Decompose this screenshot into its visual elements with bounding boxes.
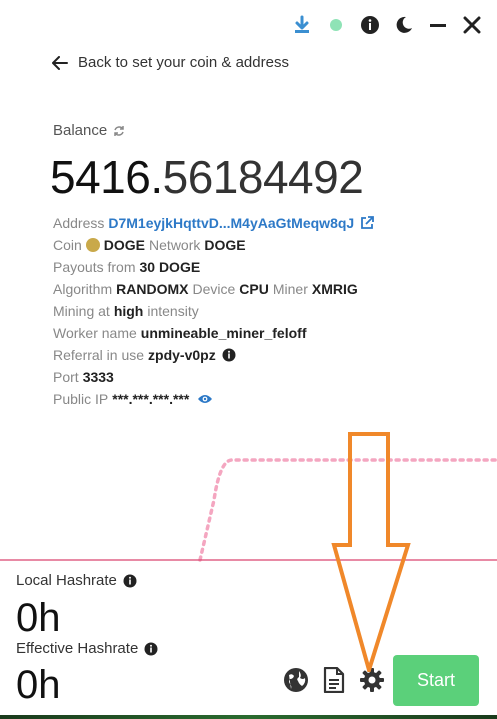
refresh-icon[interactable]	[113, 125, 125, 137]
info-icon[interactable]	[123, 574, 137, 588]
back-label: Back to set your coin & address	[78, 54, 289, 71]
footer-bar	[0, 715, 497, 719]
payouts-row: Payouts from 30 DOGE	[53, 259, 201, 275]
balance-label: Balance	[53, 122, 125, 139]
balance-integer: 5416.	[50, 151, 163, 203]
moon-icon[interactable]	[393, 14, 415, 36]
external-link-icon[interactable]	[360, 216, 375, 230]
eye-icon[interactable]	[197, 393, 213, 405]
back-link[interactable]: Back to set your coin & address	[52, 54, 289, 71]
mining-info: Address D7M1eyjkHqttvD...M4yAaGtMeqw8qJ …	[53, 212, 375, 410]
local-hashrate-label: Local Hashrate	[16, 572, 137, 589]
globe-icon[interactable]	[282, 666, 310, 694]
balance-fraction: 56184492	[162, 151, 364, 203]
info-icon[interactable]	[144, 642, 158, 656]
referral-row: Referral in use zpdy-v0pz	[53, 344, 374, 366]
download-icon[interactable]	[291, 14, 313, 36]
annotation-arrow-icon	[331, 432, 411, 672]
ip-row: Public IP ***.***.***.***	[53, 388, 374, 410]
info-icon[interactable]	[222, 348, 236, 362]
effective-hashrate-label: Effective Hashrate	[16, 640, 158, 657]
local-hashrate-value: 0h	[16, 596, 61, 640]
hashrate-chart	[0, 458, 497, 562]
intensity-row: Mining at high intensity	[53, 303, 199, 319]
status-dot-icon	[325, 14, 347, 36]
address-link[interactable]: D7M1eyjkHqttvD...M4yAaGtMeqw8qJ	[108, 212, 354, 234]
algorithm-row: Algorithm RANDOMX Device CPU Miner XMRIG	[53, 281, 358, 297]
close-icon[interactable]	[461, 14, 483, 36]
balance-value: 5416.56184492	[50, 150, 364, 204]
effective-hashrate-value: 0h	[16, 663, 61, 707]
doge-coin-icon	[85, 238, 100, 252]
titlebar	[291, 14, 483, 36]
port-row: Port 3333	[53, 369, 114, 385]
address-row: Address D7M1eyjkHqttvD...M4yAaGtMeqw8qJ	[53, 212, 375, 234]
worker-row: Worker name unmineable_miner_feloff	[53, 325, 307, 341]
coin-row: Coin DOGE Network DOGE	[53, 237, 246, 253]
minimize-icon[interactable]	[427, 14, 449, 36]
arrow-left-icon	[52, 55, 68, 70]
info-icon[interactable]	[359, 14, 381, 36]
